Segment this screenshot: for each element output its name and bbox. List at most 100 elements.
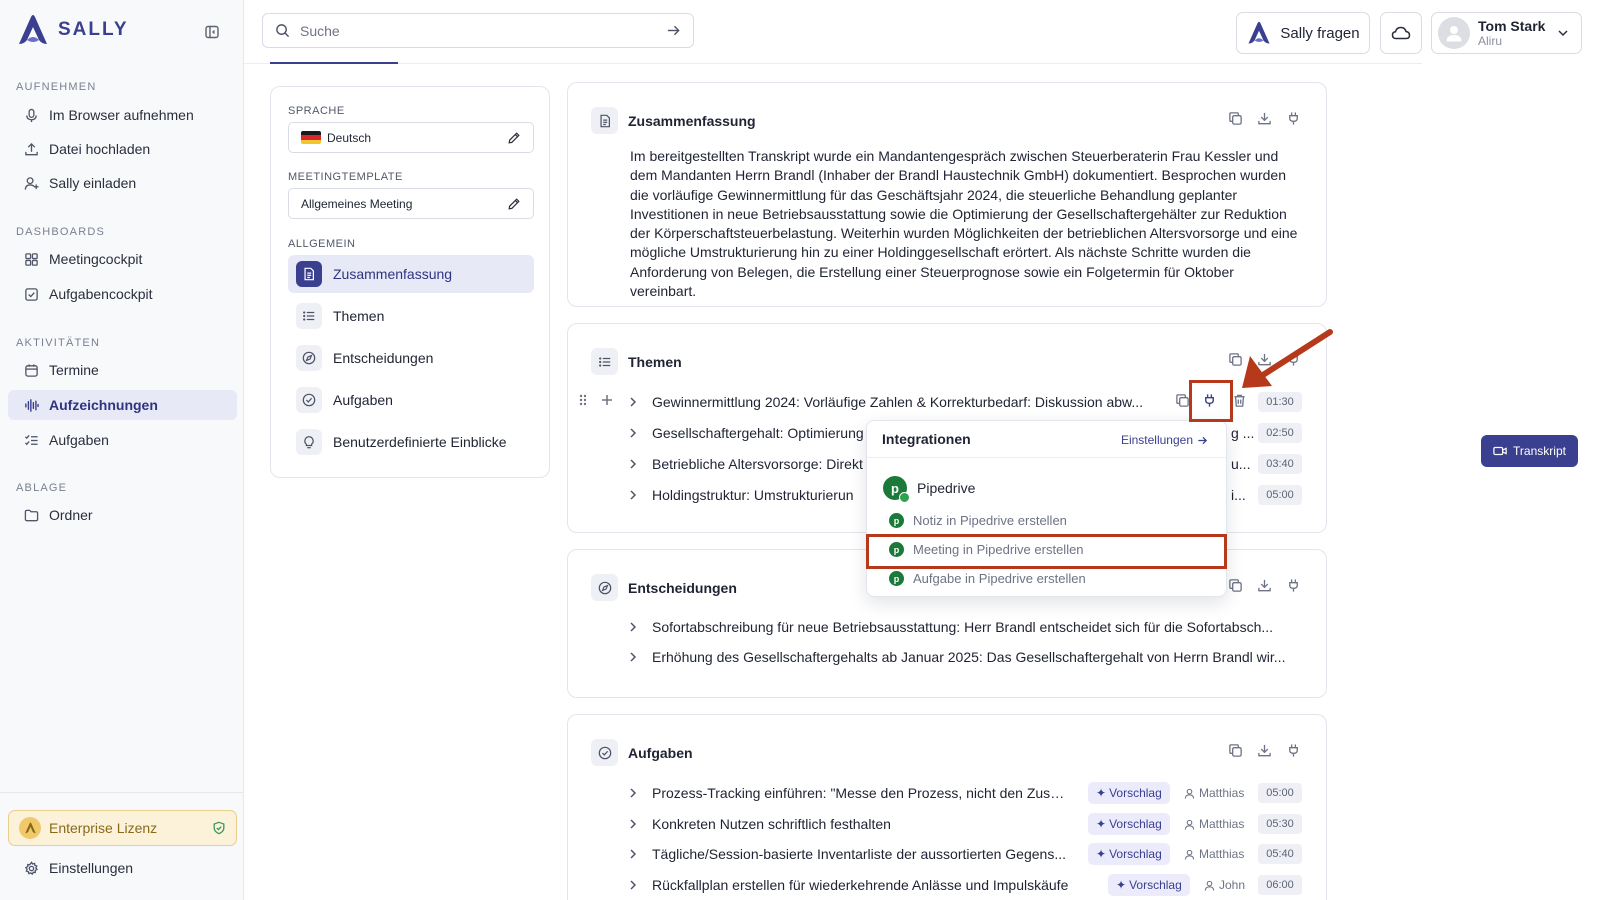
cloud-button[interactable]	[1380, 12, 1422, 54]
panel-item-insights[interactable]: Benutzerdefinierte Einblicke	[288, 423, 534, 461]
user-org: Aliru	[1478, 34, 1503, 48]
chevron-right-icon[interactable]	[626, 847, 640, 861]
task-row[interactable]: Tägliche/Session-basierte Inventarliste …	[626, 842, 1066, 866]
brand-logo[interactable]: SALLY	[16, 14, 129, 46]
sparkle-icon: ✦	[1096, 786, 1107, 800]
pencil-icon[interactable]	[507, 197, 521, 211]
assignee[interactable]: Matthias	[1184, 786, 1244, 800]
assignee[interactable]: Matthias	[1184, 817, 1244, 831]
chevron-right-icon[interactable]	[626, 786, 640, 800]
panel-item-label: Entscheidungen	[333, 350, 434, 366]
nav-item-meetingcockpit[interactable]: Meetingcockpit	[8, 244, 237, 274]
topic-row[interactable]: Betriebliche Altersvorsorge: Direkt	[626, 452, 866, 476]
transcript-button[interactable]: Transkript	[1481, 435, 1578, 467]
template-select[interactable]: Allgemeines Meeting	[288, 188, 534, 219]
topic-row[interactable]: Holdingstruktur: Umstrukturierun	[626, 483, 866, 507]
nav-item-termine[interactable]: Termine	[8, 355, 237, 385]
nav-section-title: ABLAGE	[16, 482, 68, 494]
search-input[interactable]	[300, 22, 656, 39]
topic-row[interactable]: Gewinnermittlung 2024: Vorläufige Zahlen…	[626, 390, 1146, 414]
suggestion-tag[interactable]: ✦ Vorschlag	[1088, 843, 1170, 865]
nav-section-title: DASHBOARDS	[16, 226, 106, 238]
nav-item-einstellungen[interactable]: Einstellungen	[8, 853, 237, 883]
plus-icon[interactable]	[600, 393, 614, 407]
nav-item-upload[interactable]: Datei hochladen	[8, 134, 237, 164]
download-icon[interactable]	[1257, 578, 1273, 594]
license-badge[interactable]: Enterprise Lizenz	[8, 810, 237, 846]
meeting-settings-panel: SPRACHE Deutsch MEETINGTEMPLATE Allgemei…	[270, 86, 550, 478]
timestamp-badge[interactable]: 05:00	[1258, 485, 1302, 505]
chevron-right-icon[interactable]	[626, 395, 640, 409]
user-menu[interactable]: Tom Stark Aliru	[1431, 12, 1582, 54]
panel-item-label: Benutzerdefinierte Einblicke	[333, 434, 507, 450]
decision-row[interactable]: Sofortabschreibung für neue Betriebsauss…	[626, 615, 1296, 639]
chevron-down-icon	[1557, 27, 1569, 39]
task-row[interactable]: Rückfallplan erstellen für wiederkehrend…	[626, 873, 1086, 897]
suggestion-tag[interactable]: ✦ Vorschlag	[1108, 874, 1190, 896]
search-icon	[275, 23, 290, 38]
panel-item-themen[interactable]: Themen	[288, 297, 534, 335]
nav-item-aufgaben[interactable]: Aufgaben	[8, 425, 237, 455]
panel-item-entscheidungen[interactable]: Entscheidungen	[288, 339, 534, 377]
card-title: Themen	[628, 353, 682, 370]
search-bar[interactable]	[262, 13, 694, 48]
pipedrive-integration: p Pipedrive	[883, 476, 975, 503]
chevron-right-icon[interactable]	[626, 488, 640, 502]
chevron-right-icon[interactable]	[626, 878, 640, 892]
sally-logo-icon	[19, 15, 47, 44]
nav-item-invite-sally[interactable]: Sally einladen	[8, 168, 237, 198]
nav-item-aufgabencockpit[interactable]: Aufgabencockpit	[8, 279, 237, 309]
plug-icon[interactable]	[1286, 111, 1302, 127]
nav-item-label: Aufgabencockpit	[49, 286, 153, 302]
language-select[interactable]: Deutsch	[288, 122, 534, 153]
panel-item-aufgaben[interactable]: Aufgaben	[288, 381, 534, 419]
panel-item-zusammenfassung[interactable]: Zusammenfassung	[288, 255, 534, 293]
arrow-right-icon[interactable]	[666, 23, 681, 38]
topic-title-tail: g ...	[1231, 425, 1255, 441]
assignee[interactable]: John	[1204, 878, 1245, 892]
plug-icon[interactable]	[1286, 743, 1302, 759]
assignee[interactable]: Matthias	[1184, 847, 1244, 861]
general-label: ALLGEMEIN	[288, 238, 356, 250]
chevron-right-icon[interactable]	[626, 426, 640, 440]
copy-icon[interactable]	[1228, 743, 1244, 759]
copy-icon[interactable]	[1228, 578, 1244, 594]
timestamp-badge[interactable]: 05:00	[1258, 783, 1302, 803]
chevron-right-icon[interactable]	[626, 817, 640, 831]
calendar-icon	[24, 363, 39, 378]
decision-row[interactable]: Erhöhung des Gesellschaftergehalts ab Ja…	[626, 645, 1296, 669]
create-task-action[interactable]: p Aufgabe in Pipedrive erstellen	[889, 571, 1086, 586]
copy-icon[interactable]	[1175, 393, 1190, 408]
timestamp-badge[interactable]: 05:30	[1258, 814, 1302, 834]
topic-row[interactable]: Gesellschaftergehalt: Optimierung	[626, 421, 866, 445]
task-row[interactable]: Prozess-Tracking einführen: "Messe den P…	[626, 781, 1066, 805]
nav-item-aufzeichnungen[interactable]: Aufzeichnungen	[8, 390, 237, 420]
chevron-right-icon[interactable]	[626, 620, 640, 634]
timestamp-badge[interactable]: 02:50	[1258, 423, 1302, 443]
pencil-icon[interactable]	[507, 131, 521, 145]
timestamp-badge[interactable]: 03:40	[1258, 454, 1302, 474]
timestamp-badge[interactable]: 05:40	[1258, 844, 1302, 864]
suggestion-tag[interactable]: ✦ Vorschlag	[1088, 813, 1170, 835]
plug-icon[interactable]	[1286, 578, 1302, 594]
template-value: Allgemeines Meeting	[301, 196, 413, 211]
drag-handle-icon[interactable]	[578, 393, 588, 407]
download-icon[interactable]	[1257, 111, 1273, 127]
user-icon	[1184, 788, 1195, 799]
chevron-right-icon[interactable]	[626, 650, 640, 664]
integration-settings-link[interactable]: Einstellungen	[1121, 433, 1208, 447]
create-note-action[interactable]: p Notiz in Pipedrive erstellen	[889, 513, 1067, 528]
timestamp-badge[interactable]: 06:00	[1258, 875, 1302, 895]
collapse-sidebar-icon[interactable]	[204, 24, 220, 40]
nav-item-ordner[interactable]: Ordner	[8, 500, 237, 530]
task-row[interactable]: Konkreten Nutzen schriftlich festhalten	[626, 812, 1066, 836]
nav-item-record-browser[interactable]: Im Browser aufnehmen	[8, 100, 237, 130]
download-icon[interactable]	[1257, 743, 1273, 759]
brand-name: SALLY	[58, 19, 129, 40]
sparkle-icon: ✦	[1096, 847, 1107, 861]
ask-sally-button[interactable]: Sally fragen	[1236, 12, 1370, 54]
chevron-right-icon[interactable]	[626, 457, 640, 471]
german-flag-icon	[301, 131, 321, 144]
suggestion-tag[interactable]: ✦ Vorschlag	[1088, 782, 1170, 804]
copy-icon[interactable]	[1228, 111, 1244, 127]
